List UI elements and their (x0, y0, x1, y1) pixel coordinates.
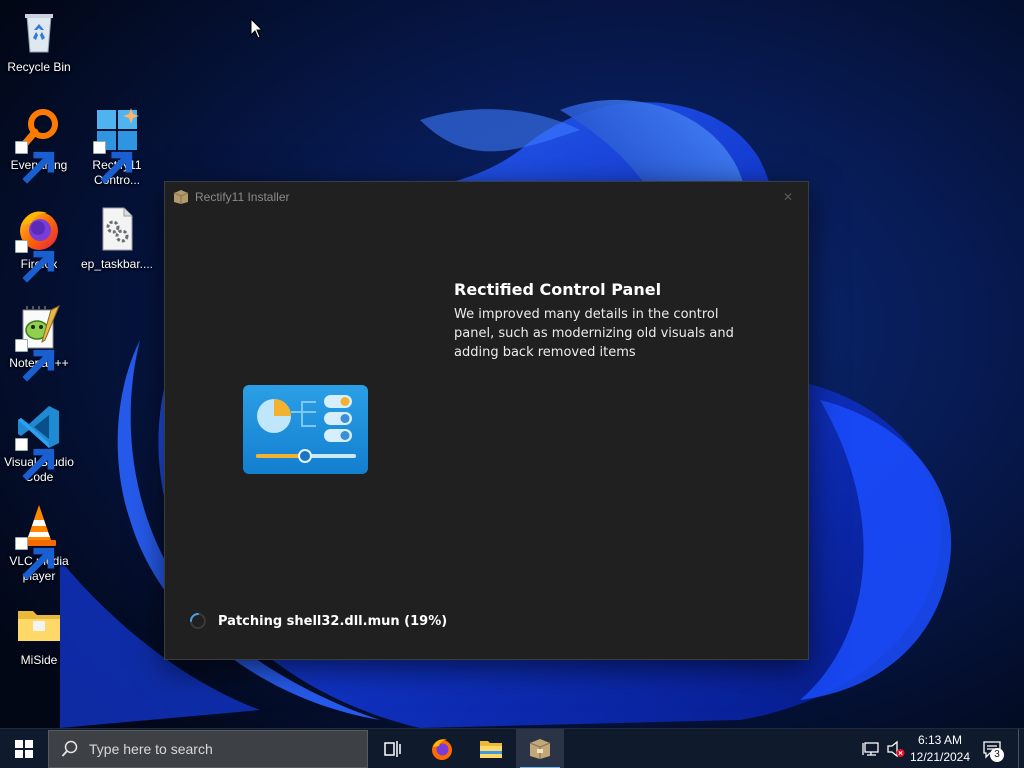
installer-window[interactable]: Rectify11 Installer ✕ Rectified Control … (164, 181, 809, 660)
taskbar-search-box[interactable]: Type here to search (48, 730, 368, 768)
folder-icon (15, 601, 63, 649)
control-panel-illustration-icon (243, 385, 368, 474)
package-icon (529, 739, 551, 759)
vlc-cone-icon (15, 502, 63, 580)
shortcut-arrow-icon (15, 339, 55, 382)
installer-title: Rectify11 Installer (195, 190, 290, 204)
search-placeholder: Type here to search (89, 741, 213, 757)
firefox-icon (15, 205, 63, 283)
clock-date: 12/21/2024 (909, 750, 971, 764)
desktop-icon-label: Recycle Bin (7, 60, 71, 74)
task-view-button[interactable] (368, 729, 416, 768)
shortcut-arrow-icon (93, 141, 133, 184)
taskbar-clock[interactable]: 6:13 AM 12/21/2024 (904, 732, 976, 766)
feature-title: Rectified Control Panel (454, 280, 662, 299)
notification-count-badge: 3 (990, 748, 1004, 762)
desktop-icon-recycle-bin[interactable]: Recycle Bin (0, 8, 78, 75)
network-icon[interactable] (862, 739, 882, 759)
vscode-icon (15, 403, 63, 481)
windows-logo-icon (93, 106, 141, 184)
desktop-icon-ep-taskbar[interactable]: ep_taskbar.... (78, 205, 156, 272)
task-view-icon (384, 741, 401, 757)
recycle-bin-icon (15, 8, 63, 56)
notepad-plus-plus-icon (15, 304, 63, 382)
close-icon: ✕ (782, 190, 794, 204)
search-icon (61, 740, 78, 757)
volume-muted-icon[interactable] (886, 739, 906, 759)
feature-description: We improved many details in the control … (454, 307, 734, 360)
desktop-icon-label: MiSide (20, 653, 58, 667)
desktop-icon-notepad-plus-plus[interactable]: Notepad++ (0, 304, 78, 382)
shortcut-arrow-icon (15, 537, 55, 580)
firefox-icon (432, 739, 452, 760)
taskbar-app-firefox[interactable] (418, 729, 466, 768)
taskbar-app-file-explorer[interactable] (467, 729, 515, 768)
taskbar-app-rectify11-installer[interactable] (516, 729, 564, 768)
windows-start-icon (15, 740, 33, 758)
desktop-icon-firefox[interactable]: Firefox (0, 205, 78, 283)
shortcut-arrow-icon (15, 141, 55, 184)
everything-search-icon (15, 106, 63, 184)
progress-spinner-icon (190, 613, 206, 629)
installer-titlebar[interactable]: Rectify11 Installer ✕ (165, 182, 808, 212)
desktop-icon-visual-studio-code[interactable]: Visual Studio Code (0, 403, 78, 485)
desktop-icon-rectify11-control-panel[interactable]: Rectify11 Contro... (78, 106, 156, 188)
show-desktop-button[interactable] (1018, 729, 1024, 768)
close-button[interactable]: ✕ (768, 182, 808, 212)
shortcut-arrow-icon (15, 438, 55, 481)
mouse-cursor-icon (250, 18, 264, 39)
file-explorer-icon (480, 741, 502, 758)
package-icon (173, 190, 189, 204)
desktop-icon-miside[interactable]: MiSide (0, 601, 78, 668)
settings-file-icon (93, 205, 141, 253)
desktop-icon-everything[interactable]: Everything (0, 106, 78, 184)
desktop-icon-label: ep_taskbar.... (80, 257, 154, 271)
start-button[interactable] (0, 729, 48, 768)
installer-status-text: Patching shell32.dll.mun (19%) (218, 614, 448, 629)
taskbar: Type here to search 6:13 AM 12/21/2024 3 (0, 728, 1024, 768)
shortcut-arrow-icon (15, 240, 55, 283)
desktop-icon-vlc-media-player[interactable]: VLC media player (0, 502, 78, 584)
clock-time: 6:13 AM (917, 733, 963, 747)
